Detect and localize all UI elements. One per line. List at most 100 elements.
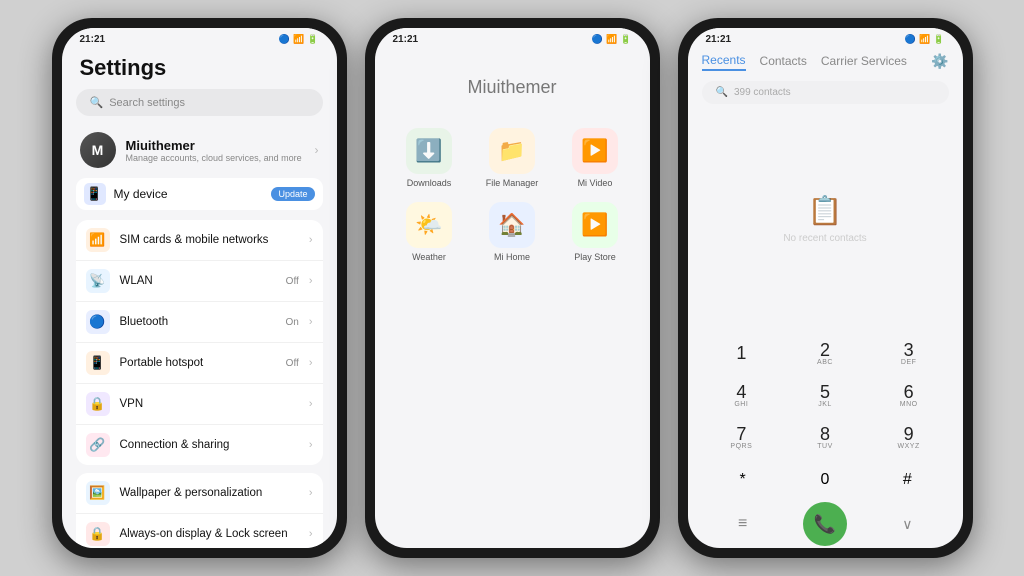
dial-key-8[interactable]: 8 TUV: [785, 418, 865, 456]
profile-sub: Manage accounts, cloud services, and mor…: [126, 153, 305, 163]
dial-menu-icon[interactable]: ≡: [702, 506, 784, 542]
settings-item-sim[interactable]: 📶 SIM cards & mobile networks ›: [76, 220, 323, 261]
dial-expand-icon[interactable]: ∨: [866, 506, 948, 542]
app-file-manager[interactable]: 📁 File Manager: [478, 128, 547, 188]
settings-item-wallpaper[interactable]: 🖼️ Wallpaper & personalization ›: [76, 473, 323, 514]
dial-num-4: 4: [736, 383, 746, 401]
dial-key-0[interactable]: 0: [784, 462, 866, 498]
call-btn-circle[interactable]: 📞: [803, 502, 847, 546]
dial-key-4[interactable]: 4 GHI: [702, 376, 782, 414]
gear-icon[interactable]: ⚙️: [931, 53, 948, 70]
recent-empty-label: No recent contacts: [783, 233, 866, 244]
wallpaper-label: Wallpaper & personalization: [120, 487, 299, 499]
wlan-value: Off: [286, 276, 299, 287]
hotspot-value: Off: [286, 358, 299, 369]
app-mi-video[interactable]: ▶️ Mi Video: [561, 128, 630, 188]
dialer-search-placeholder: 399 contacts: [734, 87, 791, 98]
search-bar[interactable]: 🔍 Search settings: [76, 89, 323, 116]
vpn-icon: 🔒: [86, 392, 110, 416]
dial-num-5: 5: [820, 383, 830, 401]
wallpaper-icon: 🖼️: [86, 481, 110, 505]
mi-video-icon: ▶️: [572, 128, 618, 174]
profile-info: Miuithemer Manage accounts, cloud servic…: [126, 138, 305, 163]
tab-carrier-services[interactable]: Carrier Services: [821, 52, 907, 70]
phone-settings: 21:21 🔵 📶 🔋 Settings 🔍 Search settings M: [52, 18, 347, 558]
menu-lines-icon: ≡: [738, 515, 747, 533]
battery-icon-2: 🔋: [620, 34, 631, 45]
signal-icon: 📶: [293, 34, 304, 45]
dialer-search-bar[interactable]: 🔍 399 contacts: [702, 81, 949, 104]
tab-recents[interactable]: Recents: [702, 51, 746, 71]
search-icon: 🔍: [90, 96, 104, 109]
settings-item-lockscreen[interactable]: 🔒 Always-on display & Lock screen ›: [76, 514, 323, 548]
contacts-empty-icon: 📋: [808, 194, 843, 227]
lockscreen-label: Always-on display & Lock screen: [120, 528, 299, 540]
app-grid: ⬇️ Downloads 📁 File Manager ▶️ Mi Video …: [385, 128, 640, 262]
bt-icon: 🔵: [279, 34, 290, 45]
settings-item-wlan[interactable]: 📡 WLAN Off ›: [76, 261, 323, 302]
dial-key-5[interactable]: 5 JKL: [785, 376, 865, 414]
my-device-label: My device: [114, 187, 264, 201]
avatar: M: [80, 132, 116, 168]
app-mi-home[interactable]: 🏠 Mi Home: [478, 202, 547, 262]
connection-label: Connection & sharing: [120, 439, 299, 451]
connection-icon: 🔗: [86, 433, 110, 457]
settings-section-personalization: 🖼️ Wallpaper & personalization › 🔒 Alway…: [76, 473, 323, 548]
app-play-store[interactable]: ▶️ Play Store: [561, 202, 630, 262]
dial-sub-3: DEF: [901, 359, 917, 366]
dial-star: *: [740, 471, 746, 489]
app-downloads[interactable]: ⬇️ Downloads: [395, 128, 464, 188]
downloads-icon: ⬇️: [406, 128, 452, 174]
dial-key-7[interactable]: 7 PQRS: [702, 418, 782, 456]
dial-num-3: 3: [904, 341, 914, 359]
dial-key-hash[interactable]: #: [866, 462, 948, 498]
profile-chevron: ›: [315, 143, 319, 157]
app-weather[interactable]: 🌤️ Weather: [395, 202, 464, 262]
settings-item-vpn[interactable]: 🔒 VPN ›: [76, 384, 323, 425]
recent-empty: 📋 No recent contacts: [688, 110, 963, 328]
status-icons-2: 🔵 📶 🔋: [592, 34, 632, 45]
dial-key-1[interactable]: 1: [702, 334, 782, 372]
downloads-label: Downloads: [407, 178, 452, 188]
play-store-icon: ▶️: [572, 202, 618, 248]
dial-sub-9: WXYZ: [898, 443, 920, 450]
sim-chevron: ›: [309, 234, 313, 246]
status-bar-2: 21:21 🔵 📶 🔋: [375, 28, 650, 47]
dial-key-9[interactable]: 9 WXYZ: [869, 418, 949, 456]
bluetooth-label: Bluetooth: [120, 316, 276, 328]
bluetooth-icon: 🔵: [86, 310, 110, 334]
tab-contacts[interactable]: Contacts: [760, 52, 807, 70]
wlan-chevron: ›: [309, 275, 313, 287]
status-bar-1: 21:21 🔵 📶 🔋: [62, 28, 337, 47]
wlan-icon: 📡: [86, 269, 110, 293]
status-bar-3: 21:21 🔵 📶 🔋: [688, 28, 963, 47]
signal-icon-3: 📶: [919, 34, 930, 45]
status-icons-1: 🔵 📶 🔋: [279, 34, 319, 45]
dial-num-8: 8: [820, 425, 830, 443]
settings-section-network: 📶 SIM cards & mobile networks › 📡 WLAN O…: [76, 220, 323, 465]
dial-key-3[interactable]: 3 DEF: [869, 334, 949, 372]
search-placeholder: Search settings: [109, 97, 185, 109]
my-device-row[interactable]: 📱 My device Update: [76, 178, 323, 210]
settings-item-connection[interactable]: 🔗 Connection & sharing ›: [76, 425, 323, 465]
settings-title: Settings: [80, 55, 323, 81]
vpn-chevron: ›: [309, 398, 313, 410]
settings-item-bluetooth[interactable]: 🔵 Bluetooth On ›: [76, 302, 323, 343]
profile-name: Miuithemer: [126, 138, 305, 153]
dial-num-7: 7: [736, 425, 746, 443]
settings-screen: 21:21 🔵 📶 🔋 Settings 🔍 Search settings M: [62, 28, 337, 548]
settings-content: Settings 🔍 Search settings M Miuithemer …: [62, 47, 337, 548]
home-content: Miuithemer ⬇️ Downloads 📁 File Manager ▶…: [375, 47, 650, 548]
update-badge[interactable]: Update: [271, 187, 314, 201]
weather-label: Weather: [412, 252, 446, 262]
settings-item-hotspot[interactable]: 📱 Portable hotspot Off ›: [76, 343, 323, 384]
dial-key-2[interactable]: 2 ABC: [785, 334, 865, 372]
dial-sub-2: ABC: [817, 359, 833, 366]
call-button[interactable]: 📞: [784, 506, 866, 542]
hotspot-chevron: ›: [309, 357, 313, 369]
mi-home-label: Mi Home: [494, 252, 530, 262]
dial-num-1: 1: [736, 344, 746, 362]
profile-row[interactable]: M Miuithemer Manage accounts, cloud serv…: [76, 126, 323, 174]
dial-key-star[interactable]: *: [702, 462, 784, 498]
dial-key-6[interactable]: 6 MNO: [869, 376, 949, 414]
